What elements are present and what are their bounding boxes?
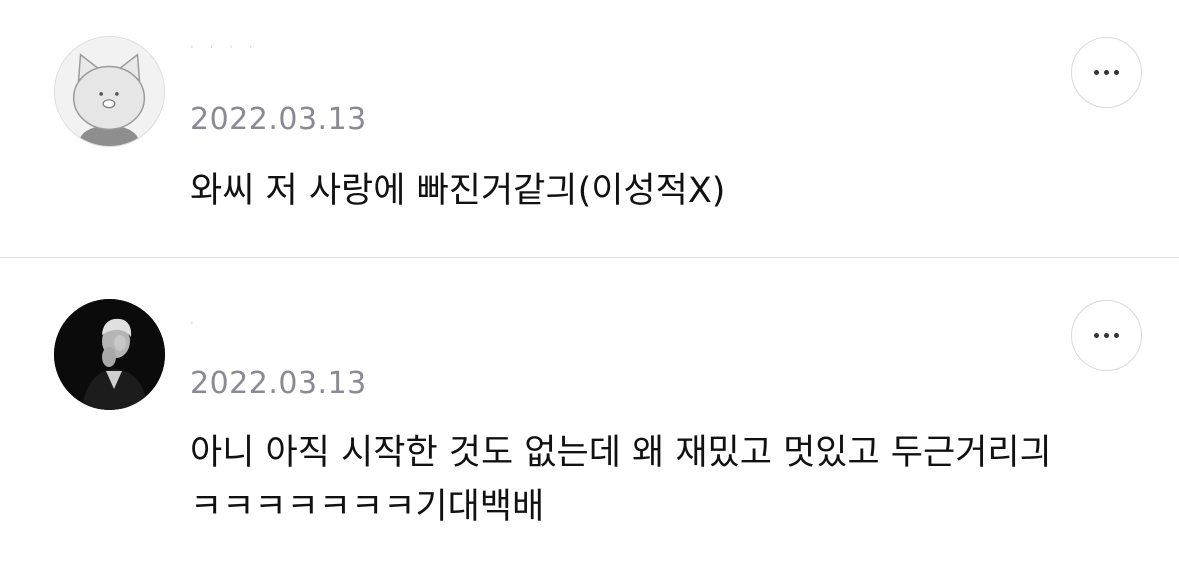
dot xyxy=(1114,70,1119,75)
dot xyxy=(1094,70,1099,75)
dot xyxy=(1094,333,1099,338)
username[interactable]: · xyxy=(190,316,310,330)
comment-item: · · · · 2022.03.13 와씨 저 사랑에 빠진거같긔(이성적X) xyxy=(0,0,1179,257)
person-photo-avatar-graphic xyxy=(54,299,165,410)
cat-avatar-icon-graphic xyxy=(55,37,164,146)
dot xyxy=(1104,70,1109,75)
more-options-button[interactable] xyxy=(1071,300,1142,371)
comment-text: 와씨 저 사랑에 빠진거같긔(이성적X) xyxy=(190,171,726,211)
more-options-button[interactable] xyxy=(1071,37,1142,108)
dot xyxy=(1114,333,1119,338)
cat-avatar-icon[interactable] xyxy=(54,36,165,147)
more-options-icon xyxy=(1094,333,1119,338)
more-options-icon xyxy=(1094,70,1119,75)
comment-date: 2022.03.13 xyxy=(190,366,367,401)
dot xyxy=(1104,333,1109,338)
comment-text: 아니 아직 시작한 것도 없는데 왜 재밌고 멋있고 두근거리긔 ㅋㅋㅋㅋㅋㅋㅋ… xyxy=(190,433,1052,527)
comment-date: 2022.03.13 xyxy=(190,102,367,137)
username[interactable]: · · · · xyxy=(190,40,310,54)
person-photo-avatar-icon[interactable] xyxy=(54,299,165,410)
comment-item: · 2022.03.13 아니 아직 시작한 것도 없는데 왜 재밌고 멋있고 … xyxy=(0,258,1179,577)
